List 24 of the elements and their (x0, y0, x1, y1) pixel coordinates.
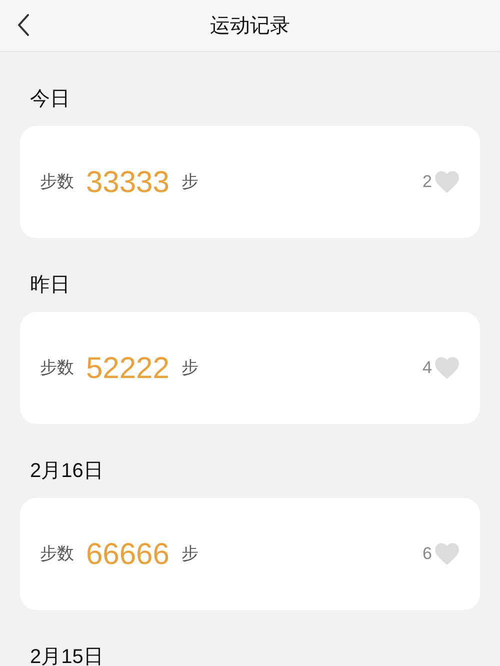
steps-unit: 步 (181, 543, 198, 566)
heart-icon[interactable] (434, 356, 460, 380)
date-heading: 2月15日 (30, 645, 104, 666)
date-heading: 昨日 (30, 273, 70, 297)
step-count: 33333 (86, 164, 170, 200)
like-count: 6 (422, 543, 432, 566)
steps-label: 步数 (40, 357, 74, 380)
date-heading: 今日 (30, 87, 70, 111)
steps-label: 步数 (40, 171, 74, 194)
date-heading: 2月16日 (30, 459, 104, 483)
page-title: 运动记录 (210, 14, 290, 38)
like-count: 4 (422, 357, 432, 380)
step-count: 66666 (86, 536, 170, 572)
heart-icon[interactable] (434, 170, 460, 194)
step-card[interactable]: 步数 66666 步 6 (20, 498, 480, 610)
step-count: 52222 (86, 350, 170, 386)
heart-icon[interactable] (434, 542, 460, 566)
steps-unit: 步 (181, 171, 198, 194)
steps-unit: 步 (181, 357, 198, 380)
step-card[interactable]: 步数 33333 步 2 (20, 126, 480, 238)
steps-label: 步数 (40, 543, 74, 566)
like-count: 2 (422, 171, 432, 194)
step-card[interactable]: 步数 52222 步 4 (20, 312, 480, 424)
back-icon[interactable] (16, 13, 32, 37)
